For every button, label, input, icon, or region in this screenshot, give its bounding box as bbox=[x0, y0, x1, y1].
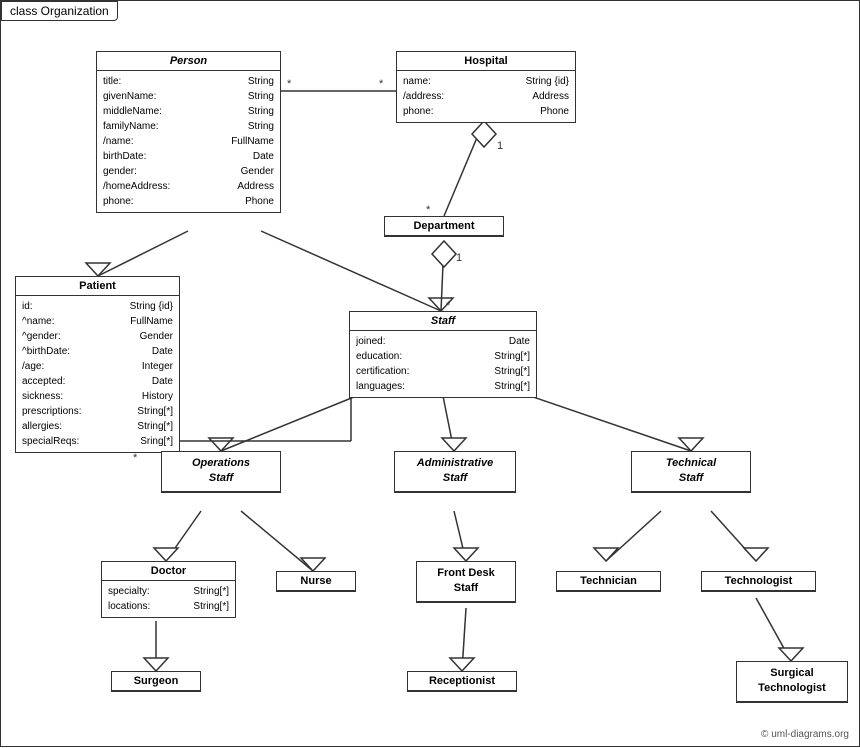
svg-text:1: 1 bbox=[497, 140, 503, 152]
class-person-attrs: title:String givenName:String middleName… bbox=[97, 71, 280, 212]
svg-text:*: * bbox=[379, 78, 384, 90]
svg-text:*: * bbox=[133, 452, 138, 464]
class-staff-attrs: joined:Date education:String[*] certific… bbox=[350, 331, 536, 397]
diagram-container: class Organization 1 * 1 * * * bbox=[0, 0, 860, 747]
class-person-name: Person bbox=[97, 52, 280, 71]
class-surgical-tech: SurgicalTechnologist bbox=[736, 661, 848, 703]
class-operations-staff: OperationsStaff bbox=[161, 451, 281, 493]
class-nurse: Nurse bbox=[276, 571, 356, 592]
class-doctor-name: Doctor bbox=[102, 562, 235, 581]
class-surgical-tech-name: SurgicalTechnologist bbox=[737, 662, 847, 702]
class-receptionist: Receptionist bbox=[407, 671, 517, 692]
class-technical-staff: TechnicalStaff bbox=[631, 451, 751, 493]
class-department: Department bbox=[384, 216, 504, 237]
class-patient-name: Patient bbox=[16, 277, 179, 296]
class-person: Person title:String givenName:String mid… bbox=[96, 51, 281, 213]
class-patient-attrs: id:String {id} ^name:FullName ^gender:Ge… bbox=[16, 296, 179, 452]
class-doctor-attrs: specialty:String[*] locations:String[*] bbox=[102, 581, 235, 617]
class-admin-staff-name: AdministrativeStaff bbox=[395, 452, 515, 492]
class-hospital: Hospital name:String {id} /address:Addre… bbox=[396, 51, 576, 123]
class-patient: Patient id:String {id} ^name:FullName ^g… bbox=[15, 276, 180, 453]
class-technologist: Technologist bbox=[701, 571, 816, 592]
class-department-name: Department bbox=[385, 217, 503, 236]
class-hospital-attrs: name:String {id} /address:Address phone:… bbox=[397, 71, 575, 122]
class-receptionist-name: Receptionist bbox=[408, 672, 516, 691]
diagram-title: class Organization bbox=[1, 1, 118, 21]
class-admin-staff: AdministrativeStaff bbox=[394, 451, 516, 493]
class-tech-staff-name: TechnicalStaff bbox=[632, 452, 750, 492]
svg-text:*: * bbox=[287, 78, 292, 90]
class-front-desk-name: Front DeskStaff bbox=[417, 562, 515, 602]
svg-text:*: * bbox=[426, 204, 431, 216]
class-ops-staff-name: OperationsStaff bbox=[162, 452, 280, 492]
class-technician-name: Technician bbox=[557, 572, 660, 591]
class-technologist-name: Technologist bbox=[702, 572, 815, 591]
copyright: © uml-diagrams.org bbox=[761, 729, 849, 740]
class-hospital-name: Hospital bbox=[397, 52, 575, 71]
class-front-desk: Front DeskStaff bbox=[416, 561, 516, 603]
class-surgeon: Surgeon bbox=[111, 671, 201, 692]
class-surgeon-name: Surgeon bbox=[112, 672, 200, 691]
class-nurse-name: Nurse bbox=[277, 572, 355, 591]
class-doctor: Doctor specialty:String[*] locations:Str… bbox=[101, 561, 236, 618]
class-staff: Staff joined:Date education:String[*] ce… bbox=[349, 311, 537, 398]
class-technician: Technician bbox=[556, 571, 661, 592]
class-staff-name: Staff bbox=[350, 312, 536, 331]
svg-text:1: 1 bbox=[456, 252, 462, 264]
